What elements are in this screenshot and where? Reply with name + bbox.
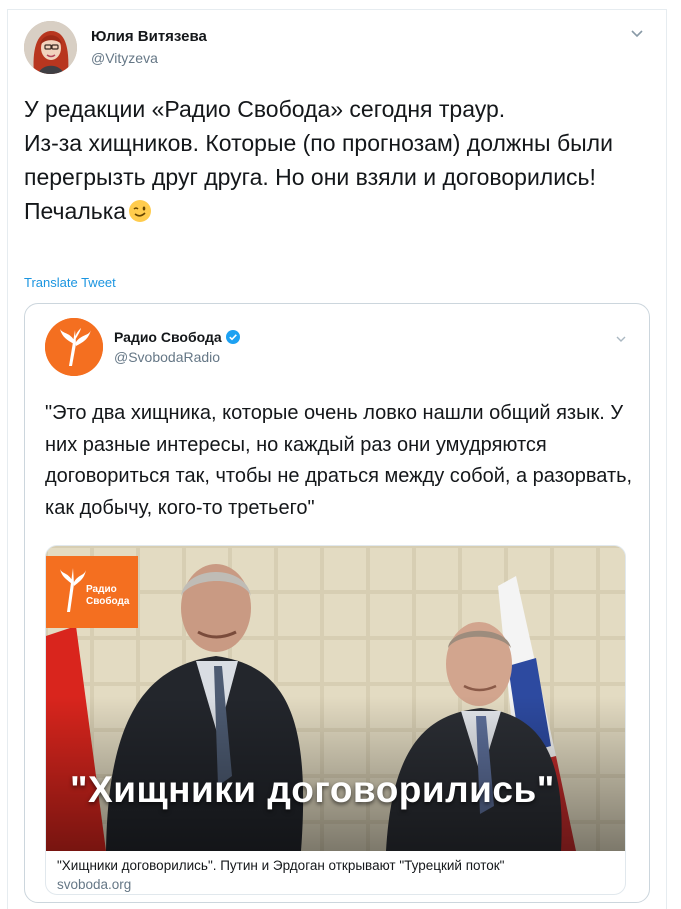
- verified-badge-icon: [225, 330, 240, 344]
- chevron-down-icon[interactable]: [630, 26, 644, 40]
- author-handle[interactable]: @Vityzeva: [91, 50, 158, 66]
- image-logo-line-2: Свобода: [86, 596, 130, 607]
- author-avatar[interactable]: [24, 21, 77, 74]
- quoted-author-name-text: Радио Свобода: [114, 329, 222, 345]
- tweet-text: У редакции «Радио Свобода» сегодня траур…: [24, 92, 644, 228]
- author-name[interactable]: Юлия Витязева: [91, 28, 207, 45]
- quoted-author-name[interactable]: Радио Свобода: [114, 329, 240, 345]
- quoted-author-avatar[interactable]: [45, 318, 103, 376]
- image-logo-line-1: Радио: [86, 584, 117, 595]
- quoted-author-handle[interactable]: @SvobodaRadio: [114, 349, 220, 365]
- winking-face-icon: [129, 200, 152, 222]
- tweet-text-body: У редакции «Радио Свобода» сегодня траур…: [24, 96, 613, 224]
- translate-tweet-link[interactable]: Translate Tweet: [24, 275, 116, 290]
- link-card-domain[interactable]: svoboda.org: [57, 877, 131, 892]
- quoted-tweet[interactable]: Радио Свобода @SvobodaRadio "Это два хищ…: [24, 303, 650, 903]
- link-card-image[interactable]: Радио Свобода "Хищники договорились": [46, 546, 625, 851]
- quoted-tweet-text: "Это два хищника, которые очень ловко на…: [45, 402, 633, 519]
- image-logo-text: Радио Свобода: [86, 584, 129, 608]
- link-card-title[interactable]: "Хищники договорились". Путин и Эрдоган …: [57, 858, 504, 873]
- link-card[interactable]: Радио Свобода "Хищники договорились" "Хи…: [45, 545, 626, 895]
- chevron-down-icon[interactable]: [615, 333, 627, 345]
- image-overlay-title: "Хищники договорились": [70, 769, 555, 810]
